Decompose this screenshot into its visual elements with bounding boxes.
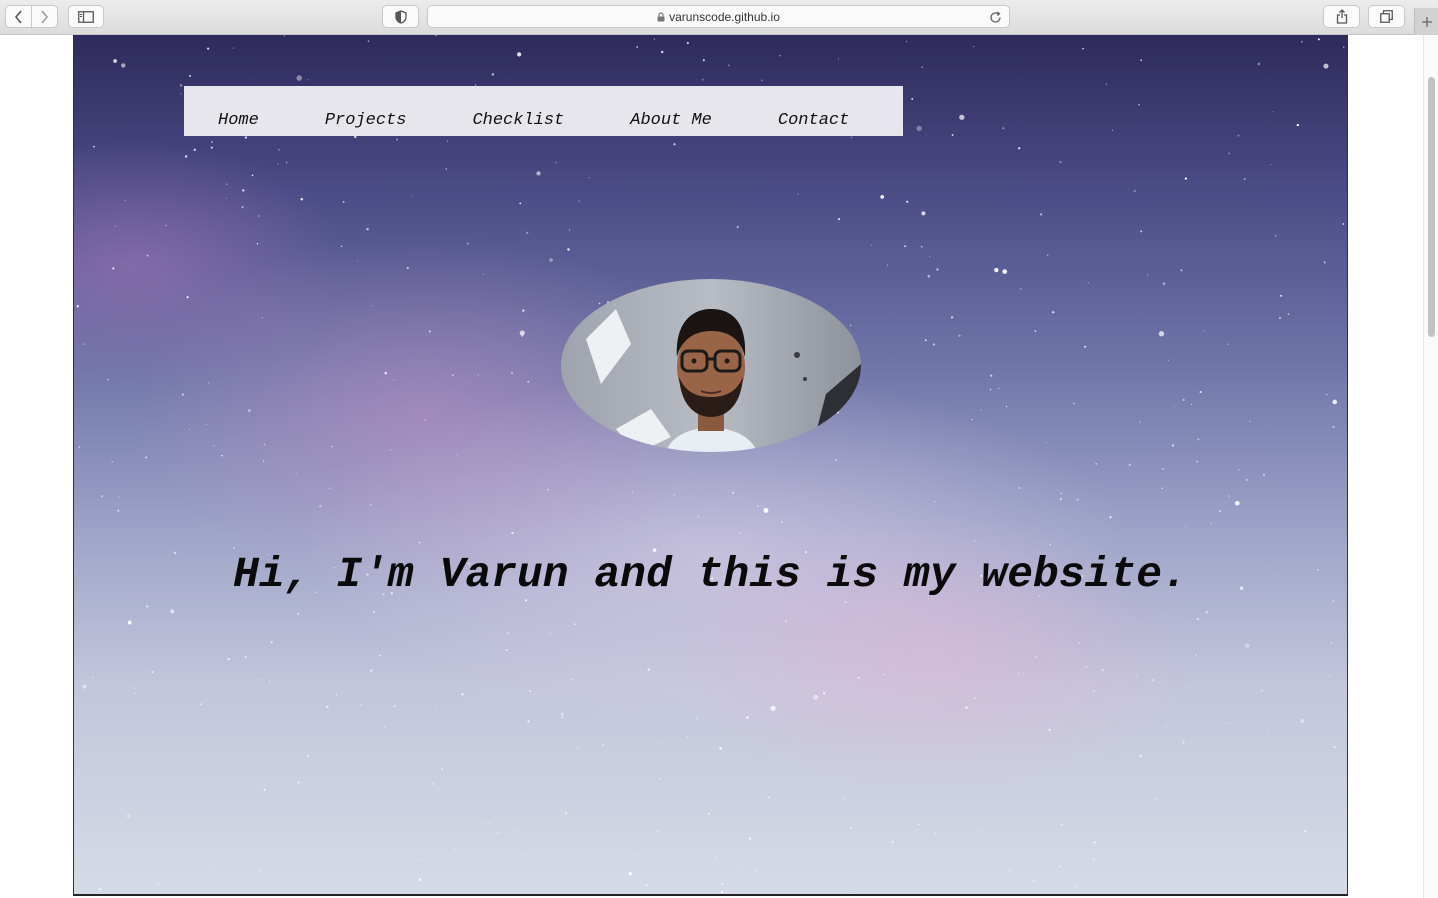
reload-button[interactable]	[987, 9, 1003, 25]
nav-link-projects[interactable]: Projects	[325, 111, 407, 130]
profile-photo	[561, 279, 861, 452]
tab-overview-button[interactable]	[1368, 5, 1405, 28]
tabs-icon	[1380, 10, 1393, 23]
chevron-left-icon	[14, 9, 22, 24]
address-bar[interactable]: varunscode.github.io	[427, 5, 1010, 28]
share-icon	[1336, 9, 1347, 24]
page-scrollbar[interactable]	[1423, 35, 1438, 898]
sidebar-button[interactable]	[68, 5, 104, 28]
forward-button[interactable]	[32, 6, 57, 27]
privacy-report-button[interactable]	[382, 5, 419, 28]
share-button[interactable]	[1323, 5, 1360, 28]
back-button[interactable]	[6, 6, 31, 27]
reload-icon	[989, 10, 1001, 23]
plus-icon	[1421, 16, 1432, 27]
main-nav: Home Projects Checklist About Me Contact	[184, 86, 903, 136]
page-viewport: Home Projects Checklist About Me Contact	[0, 35, 1423, 898]
hero-section: Home Projects Checklist About Me Contact	[73, 35, 1348, 896]
sidebar-icon	[78, 10, 94, 23]
scroll-thumb[interactable]	[1428, 77, 1435, 337]
hero-headline: Hi, I'm Varun and this is my website.	[233, 550, 1188, 599]
nav-link-home[interactable]: Home	[218, 111, 259, 130]
nav-link-checklist[interactable]: Checklist	[472, 111, 564, 130]
url-text: varunscode.github.io	[669, 9, 780, 24]
browser-toolbar: varunscode.github.io	[0, 0, 1438, 35]
history-nav	[5, 5, 58, 28]
chevron-right-icon	[41, 9, 49, 24]
nav-link-contact[interactable]: Contact	[778, 111, 849, 130]
nav-link-about-me[interactable]: About Me	[630, 111, 712, 130]
lock-icon	[657, 11, 665, 22]
new-tab-button[interactable]	[1414, 8, 1438, 35]
shield-icon	[394, 9, 407, 24]
starfield-background	[76, 35, 1345, 894]
